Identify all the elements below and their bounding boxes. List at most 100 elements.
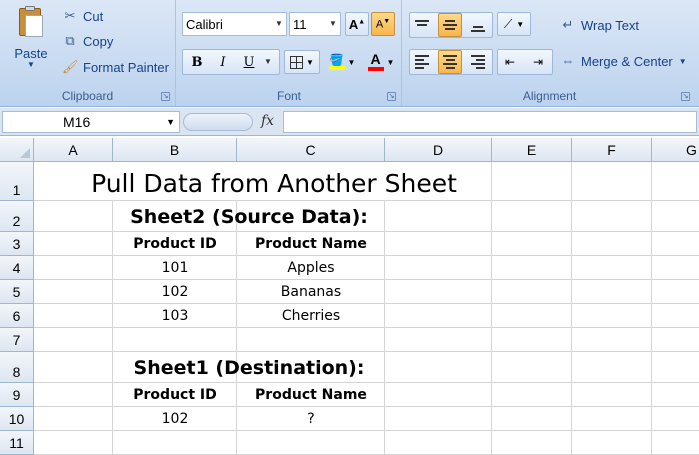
decrease-indent-button[interactable]: ⇤ [498, 50, 522, 74]
bold-button[interactable]: B [185, 50, 209, 74]
sheet-title: Pull Data from Another Sheet [91, 168, 457, 198]
name-box-value: M16 [63, 114, 91, 130]
borders-button[interactable]: ▼ [284, 50, 320, 74]
row-label: 4 [12, 259, 21, 276]
row-header-8[interactable]: 8 [0, 352, 34, 383]
cut-button[interactable]: ✂ Cut [62, 6, 104, 26]
scissors-icon: ✂ [64, 8, 76, 23]
chevron-down-icon: ▼ [347, 57, 356, 67]
row-header-4[interactable]: 4 [0, 256, 34, 280]
column-header-f[interactable]: F [572, 138, 652, 162]
font-dialog-launcher[interactable]: ↘ [387, 92, 396, 101]
row-header-9[interactable]: 9 [0, 383, 34, 407]
font-size-select[interactable]: 11 ▼ [289, 12, 341, 36]
chevron-down-icon: ▼ [678, 56, 687, 66]
row-header-7[interactable]: 7 [0, 328, 34, 352]
source-header-product-id[interactable]: Product ID [113, 232, 237, 256]
source-cell-id[interactable]: 102 [113, 280, 237, 304]
name-box[interactable]: M16 ▼ [2, 111, 180, 133]
align-center-button[interactable] [438, 50, 462, 74]
format-painter-label: Format Painter [83, 59, 169, 75]
top-align-button[interactable] [410, 13, 434, 37]
italic-button[interactable]: I [211, 50, 235, 74]
select-all-button[interactable] [0, 138, 34, 162]
column-header-e[interactable]: E [492, 138, 572, 162]
alignment-dialog-launcher[interactable]: ↘ [681, 92, 690, 101]
clipboard-dialog-launcher[interactable]: ↘ [161, 92, 170, 101]
chevron-down-icon[interactable]: ▼ [264, 57, 272, 66]
destination-cell-id[interactable]: 102 [113, 407, 237, 431]
formula-controls: fx [183, 111, 283, 133]
column-label: E [526, 141, 537, 158]
formula-input[interactable] [283, 111, 697, 133]
destination-header-product-name[interactable]: Product Name [237, 383, 385, 407]
row-header-2[interactable]: 2 [0, 201, 34, 232]
middle-align-icon [443, 20, 457, 30]
fill-color-icon: 🪣 [328, 54, 345, 70]
font-size-value: 11 [293, 16, 307, 32]
column-header-d[interactable]: D [385, 138, 492, 162]
top-align-icon [415, 20, 429, 30]
merge-center-label: Merge & Center [581, 53, 673, 69]
font-group-label: Font [276, 89, 301, 103]
fill-color-button[interactable]: 🪣 ▼ [324, 50, 360, 74]
row-label: 11 [9, 434, 24, 451]
insert-function-icon[interactable]: fx [261, 113, 274, 129]
source-header-product-name[interactable]: Product Name [237, 232, 385, 256]
source-cell-name[interactable]: Apples [237, 256, 385, 280]
wrap-text-label: Wrap Text [581, 17, 640, 33]
merge-center-icon: ⇔ [561, 53, 575, 68]
format-painter-icon: 🖌 [62, 59, 79, 74]
column-header-g[interactable]: G [652, 138, 699, 162]
increase-indent-icon: ⇥ [532, 55, 544, 69]
chevron-down-icon[interactable]: ▼ [166, 112, 175, 132]
font-color-button[interactable]: A ▼ [363, 50, 399, 74]
row-header-5[interactable]: 5 [0, 280, 34, 304]
align-center-icon [443, 55, 457, 69]
row-header-3[interactable]: 3 [0, 232, 34, 256]
row-header-11[interactable]: 11 [0, 431, 34, 455]
sheet2-heading[interactable]: Sheet2 (Source Data): [113, 203, 385, 231]
row-header-1[interactable]: 1 [0, 162, 34, 201]
shrink-font-button[interactable]: A▼ [371, 12, 395, 36]
source-cell-id[interactable]: 103 [113, 304, 237, 328]
ribbon: Paste ▼ ✂ Cut ⧉ Copy 🖌 Format Painter Cl… [0, 0, 699, 107]
orientation-button[interactable]: ⟋ ▼ [497, 12, 531, 36]
shrink-font-icon: A▼ [375, 17, 391, 31]
destination-cell-name[interactable]: ? [237, 407, 385, 431]
merge-center-button[interactable]: ⇔ Merge & Center ▼ [560, 51, 687, 71]
clipboard-group-label: Clipboard [61, 89, 114, 103]
align-left-button[interactable] [410, 50, 434, 74]
column-header-c[interactable]: C [237, 138, 385, 162]
column-label: A [68, 141, 78, 158]
grow-font-icon: A▲ [348, 16, 366, 32]
align-left-icon [415, 55, 429, 69]
column-label: B [169, 141, 180, 158]
sheet1-heading[interactable]: Sheet1 (Destination): [113, 354, 385, 382]
format-painter-button[interactable]: 🖌 Format Painter [62, 57, 169, 77]
source-cell-id[interactable]: 101 [113, 256, 237, 280]
underline-button[interactable]: U [237, 50, 261, 74]
middle-align-button[interactable] [438, 13, 462, 37]
copy-button[interactable]: ⧉ Copy [62, 31, 113, 51]
align-right-button[interactable] [466, 50, 490, 74]
paste-button[interactable]: Paste ▼ [6, 6, 56, 76]
formula-divider-handle[interactable] [183, 113, 253, 131]
row-label: 1 [12, 182, 21, 198]
clipboard-group: Paste ▼ ✂ Cut ⧉ Copy 🖌 Format Painter Cl… [0, 0, 176, 106]
source-cell-name[interactable]: Bananas [237, 280, 385, 304]
chevron-down-icon: ▼ [386, 57, 395, 67]
font-name-select[interactable]: Calibri ▼ [182, 12, 287, 36]
chevron-down-icon: ▼ [275, 19, 283, 28]
copy-icon: ⧉ [65, 33, 75, 48]
grow-font-button[interactable]: A▲ [345, 12, 369, 36]
source-cell-name[interactable]: Cherries [237, 304, 385, 328]
row-header-6[interactable]: 6 [0, 304, 34, 328]
column-header-b[interactable]: B [113, 138, 237, 162]
destination-header-product-id[interactable]: Product ID [113, 383, 237, 407]
column-header-a[interactable]: A [34, 138, 113, 162]
row-header-10[interactable]: 10 [0, 407, 34, 431]
bottom-align-button[interactable] [466, 13, 490, 37]
increase-indent-button[interactable]: ⇥ [526, 50, 550, 74]
wrap-text-button[interactable]: ↵ Wrap Text [560, 15, 640, 35]
